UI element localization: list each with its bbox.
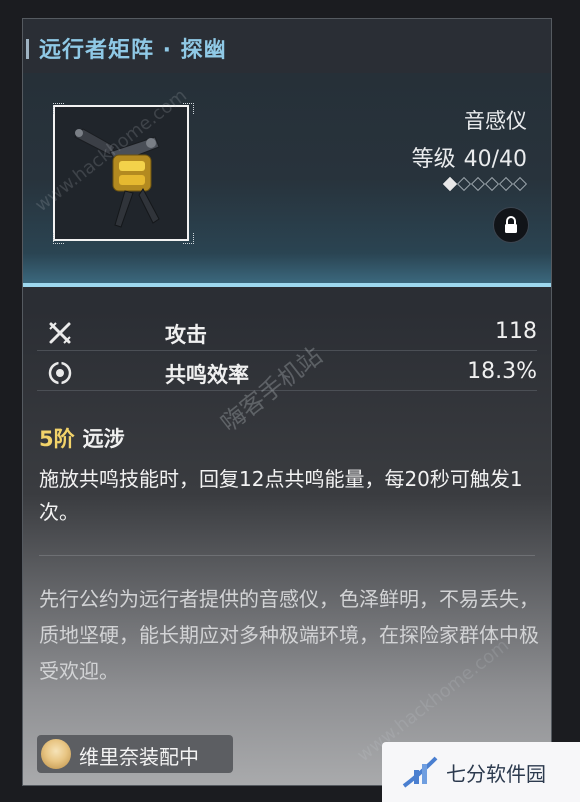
card-title: 远行者矩阵 · 探幽 xyxy=(39,38,227,63)
tune-diamond-empty xyxy=(484,176,500,192)
logo-text: 七分软件园 xyxy=(446,762,546,786)
tune-diamond-empty xyxy=(456,176,472,192)
stat-value: 118 xyxy=(495,319,537,344)
frame-corner-decor xyxy=(53,103,64,114)
tune-diamond-empty xyxy=(470,176,486,192)
equipped-by-badge[interactable]: 维里奈装配中 xyxy=(37,735,233,773)
frame-corner-decor xyxy=(53,233,64,244)
level-row: 等级 40/40 xyxy=(404,141,527,173)
character-avatar xyxy=(41,739,71,769)
tune-diamond-filled xyxy=(442,176,458,192)
lock-icon xyxy=(505,216,517,233)
title-marker xyxy=(26,39,29,59)
level-label: 等级 xyxy=(411,147,456,172)
stat-label: 攻击 xyxy=(165,323,207,347)
passive-description: 施放共鸣技能时，回复12点共鸣能量，每20秒可触发1次。 xyxy=(39,467,523,524)
tune-level-indicator xyxy=(442,176,528,192)
section-divider xyxy=(39,555,535,556)
title-bar: 远行者矩阵 · 探幽 xyxy=(23,19,551,73)
passive-rank: 5阶 xyxy=(39,427,75,451)
stat-value: 18.3% xyxy=(467,359,537,384)
tune-diamond-empty xyxy=(512,176,528,192)
stat-label: 共鸣效率 xyxy=(165,363,249,387)
attack-icon xyxy=(49,322,71,344)
equipped-by-text: 维里奈装配中 xyxy=(79,745,199,769)
watermark-logo: 七分软件园 xyxy=(382,742,580,802)
header-panel: 音感仪 等级 40/40 xyxy=(23,73,551,285)
energy-regen-icon xyxy=(48,361,72,385)
header-accent-line xyxy=(23,283,551,287)
lock-button[interactable] xyxy=(493,207,529,243)
logo-icon xyxy=(402,756,438,788)
stat-row-attack: 攻击 118 xyxy=(37,315,537,351)
passive-name: 远涉 xyxy=(82,427,125,451)
frame-corner-decor xyxy=(183,233,194,244)
tune-diamond-empty xyxy=(498,176,514,192)
level-value: 40/40 xyxy=(463,147,527,172)
device-type-label: 音感仪 xyxy=(464,109,527,133)
passive-title: 5阶 远涉 xyxy=(39,423,125,453)
